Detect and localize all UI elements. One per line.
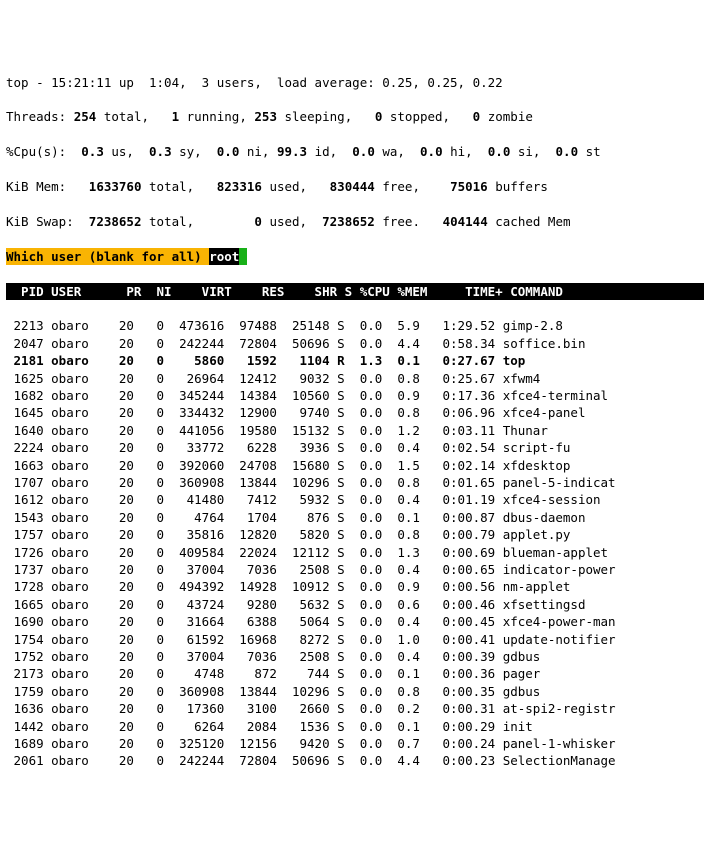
table-row[interactable]: 1682 obaro 20 0 345244 14384 10560 S 0.0… [6, 387, 704, 404]
table-row[interactable]: 2061 obaro 20 0 242244 72804 50696 S 0.0… [6, 752, 704, 769]
prompt-input-value[interactable]: root [209, 248, 239, 265]
process-table-body: 2213 obaro 20 0 473616 97488 25148 S 0.0… [6, 317, 704, 770]
table-row[interactable]: 1645 obaro 20 0 334432 12900 9740 S 0.0 … [6, 404, 704, 421]
table-row[interactable]: 1754 obaro 20 0 61592 16968 8272 S 0.0 1… [6, 631, 704, 648]
table-row[interactable]: 1737 obaro 20 0 37004 7036 2508 S 0.0 0.… [6, 561, 704, 578]
table-row[interactable]: 2224 obaro 20 0 33772 6228 3936 S 0.0 0.… [6, 439, 704, 456]
table-row[interactable]: 1636 obaro 20 0 17360 3100 2660 S 0.0 0.… [6, 700, 704, 717]
table-row[interactable]: 1707 obaro 20 0 360908 13844 10296 S 0.0… [6, 474, 704, 491]
prompt-label: Which user (blank for all) [6, 248, 209, 265]
summary-line-mem: KiB Mem: 1633760 total, 823316 used, 830… [6, 178, 704, 195]
table-row[interactable]: 1640 obaro 20 0 441056 19580 15132 S 0.0… [6, 422, 704, 439]
summary-line-cpu: %Cpu(s): 0.3 us, 0.3 sy, 0.0 ni, 99.3 id… [6, 143, 704, 160]
summary-line-swap: KiB Swap: 7238652 total, 0 used, 7238652… [6, 213, 704, 230]
table-row[interactable]: 1625 obaro 20 0 26964 12412 9032 S 0.0 0… [6, 370, 704, 387]
table-row[interactable]: 1612 obaro 20 0 41480 7412 5932 S 0.0 0.… [6, 491, 704, 508]
table-row[interactable]: 2213 obaro 20 0 473616 97488 25148 S 0.0… [6, 317, 704, 334]
table-row[interactable]: 1663 obaro 20 0 392060 24708 15680 S 0.0… [6, 457, 704, 474]
table-row[interactable]: 1752 obaro 20 0 37004 7036 2508 S 0.0 0.… [6, 648, 704, 665]
table-row[interactable]: 1689 obaro 20 0 325120 12156 9420 S 0.0 … [6, 735, 704, 752]
table-row[interactable]: 1728 obaro 20 0 494392 14928 10912 S 0.0… [6, 578, 704, 595]
table-row[interactable]: 1543 obaro 20 0 4764 1704 876 S 0.0 0.1 … [6, 509, 704, 526]
table-row[interactable]: 1665 obaro 20 0 43724 9280 5632 S 0.0 0.… [6, 596, 704, 613]
table-row[interactable]: 1759 obaro 20 0 360908 13844 10296 S 0.0… [6, 683, 704, 700]
summary-line-uptime: top - 15:21:11 up 1:04, 3 users, load av… [6, 74, 704, 91]
table-row[interactable]: 1726 obaro 20 0 409584 22024 12112 S 0.0… [6, 544, 704, 561]
text-cursor [239, 248, 247, 265]
table-row[interactable]: 1690 obaro 20 0 31664 6388 5064 S 0.0 0.… [6, 613, 704, 630]
table-row[interactable]: 1757 obaro 20 0 35816 12820 5820 S 0.0 0… [6, 526, 704, 543]
table-row[interactable]: 1442 obaro 20 0 6264 2084 1536 S 0.0 0.1… [6, 718, 704, 735]
table-row[interactable]: 2181 obaro 20 0 5860 1592 1104 R 1.3 0.1… [6, 352, 704, 369]
table-row[interactable]: 2173 obaro 20 0 4748 872 744 S 0.0 0.1 0… [6, 665, 704, 682]
process-table-header: PID USER PR NI VIRT RES SHR S %CPU %MEM … [6, 283, 704, 300]
user-filter-prompt[interactable]: Which user (blank for all) root [6, 248, 704, 265]
summary-line-threads: Threads: 254 total, 1 running, 253 sleep… [6, 108, 704, 125]
table-row[interactable]: 2047 obaro 20 0 242244 72804 50696 S 0.0… [6, 335, 704, 352]
